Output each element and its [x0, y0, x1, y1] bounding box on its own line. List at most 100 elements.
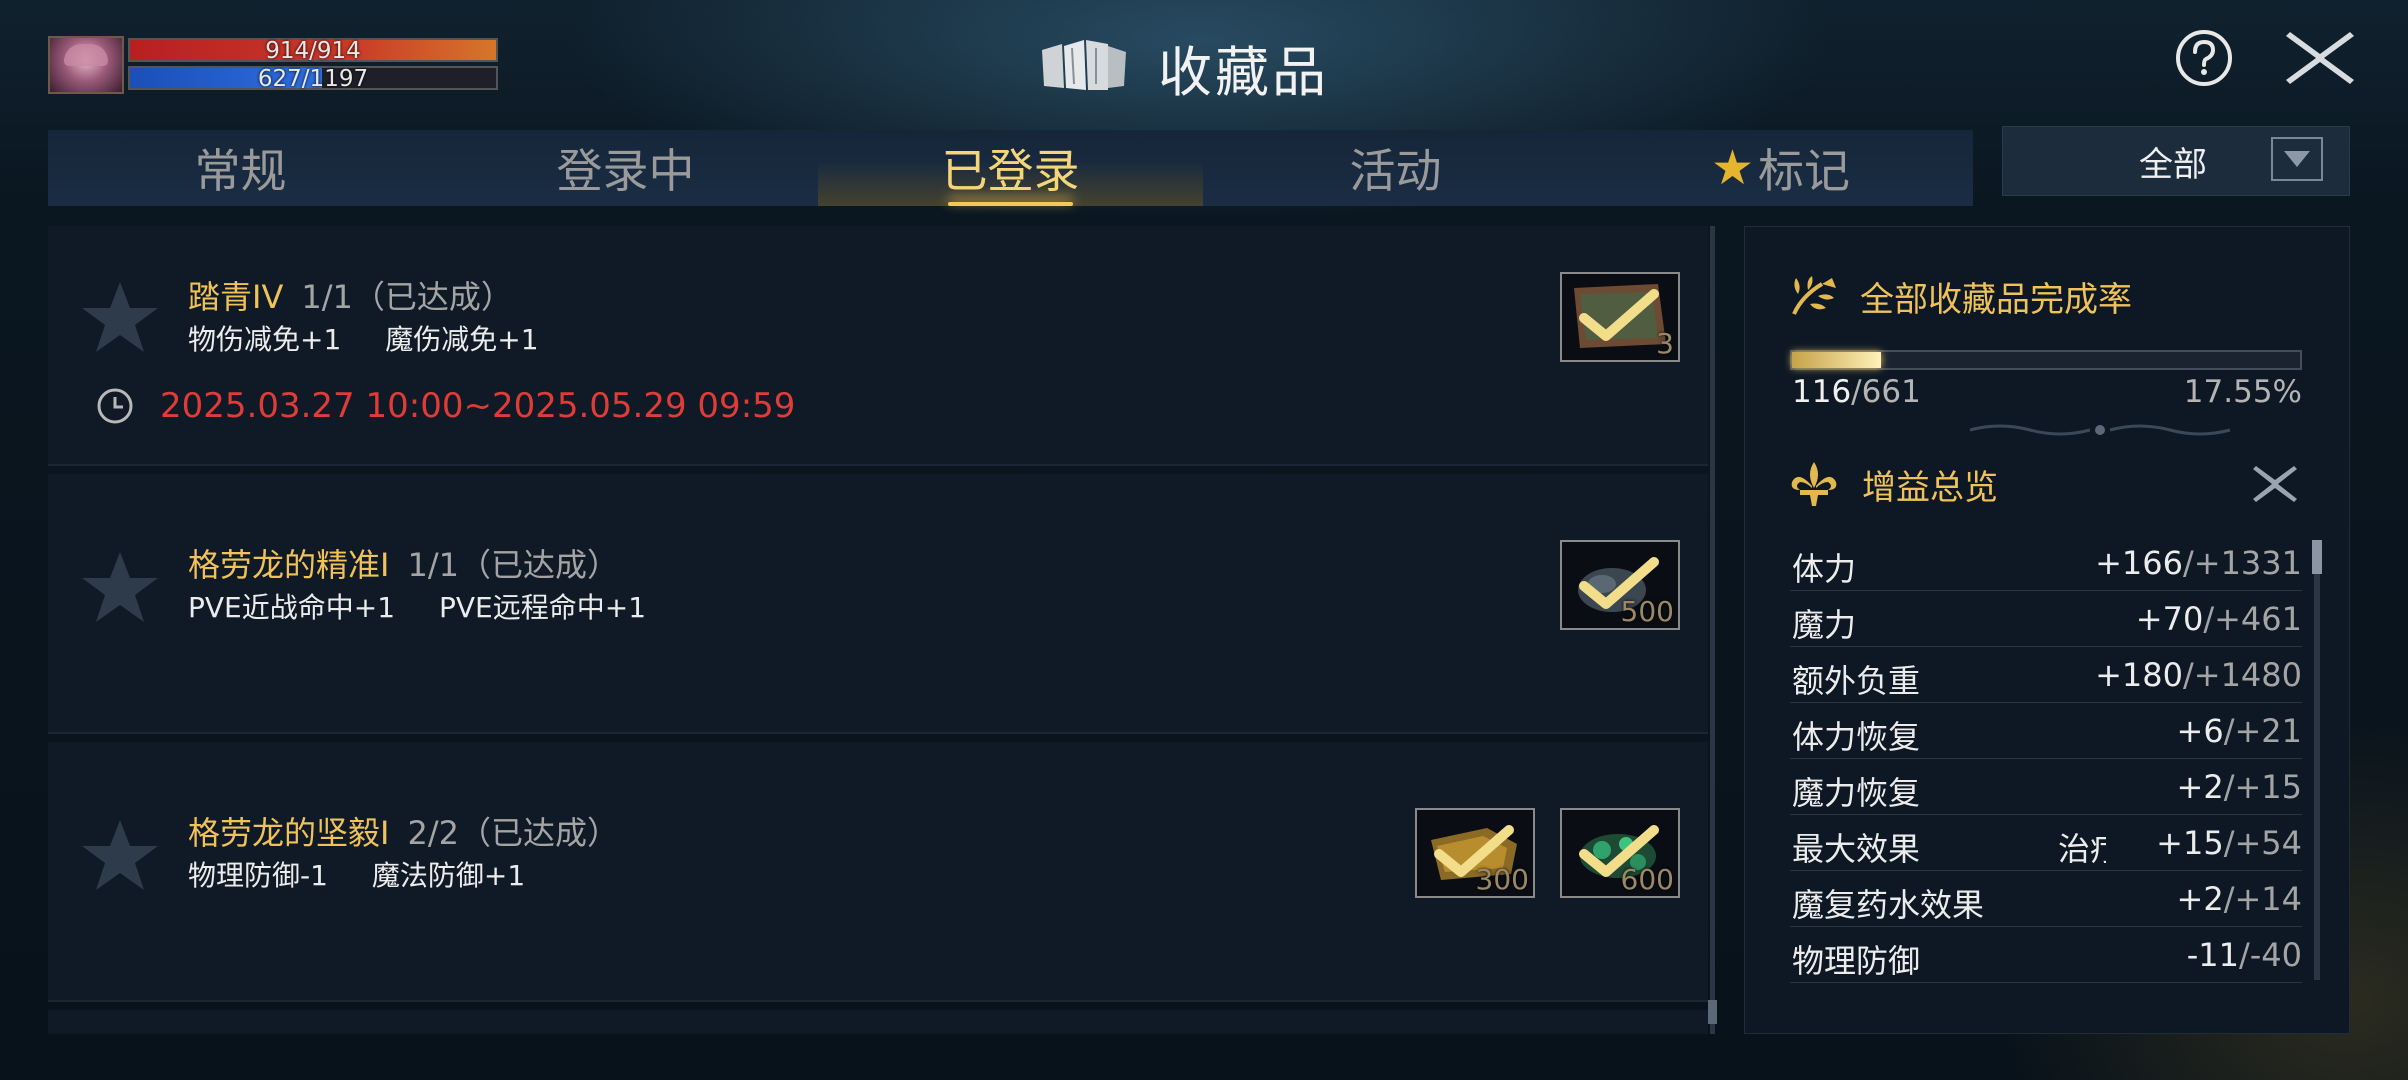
collection-item[interactable]: 600 [1560, 808, 1680, 898]
tab-label: 常规 [194, 144, 287, 198]
filter-label: 全部 [2139, 145, 2207, 185]
buff-name: 最大效果 [1792, 830, 1921, 868]
collection-row[interactable]: 踏青IV 1/1（已达成） 物伤减免+1 魔伤减免+1 2025.03.27 10:… [48, 226, 1708, 466]
tab-bar: 常规 登录中 已登录 活动 ★ 标记 [48, 130, 1973, 206]
buff-name: 魔力 [1792, 606, 1857, 644]
collection-name: 格劳龙的精准I 1/1（已达成） [188, 540, 619, 586]
buff-total: /-40 [2238, 936, 2302, 974]
buff-value: +6/+21 [2177, 712, 2302, 750]
collection-row[interactable] [48, 1010, 1708, 1034]
buff-row: 魔力恢复 +2/+15 [1790, 760, 2302, 815]
ornament-divider [1969, 424, 2231, 436]
buff-scroll-thumb[interactable] [2312, 540, 2322, 574]
buff-total: /+1331 [2182, 544, 2302, 582]
buff-name: 额外负重 [1792, 662, 1921, 700]
completion-title: 全部收藏品完成率 [1860, 280, 2132, 320]
collection-name: 格劳龙的坚毅I 2/2（已达成） [188, 808, 619, 854]
stat-text: PVE远程命中+1 [439, 591, 647, 624]
collection-list[interactable]: 踏青IV 1/1（已达成） 物伤减免+1 魔伤减免+1 2025.03.27 10:… [48, 226, 1708, 1034]
buff-current: +2 [2176, 768, 2224, 806]
tab-label: 活动 [1349, 144, 1442, 198]
completion-total: /661 [1851, 374, 1921, 410]
buff-value: +166/+1331 [2095, 544, 2302, 582]
buff-total: /+21 [2223, 712, 2302, 750]
completion-count: 116/661 [1792, 374, 1921, 410]
help-icon[interactable] [2168, 28, 2240, 88]
buff-current: +166 [2095, 544, 2183, 582]
item-count: 300 [1475, 863, 1529, 896]
stat-text: PVE近战命中+1 [188, 591, 396, 624]
buff-scrollbar[interactable] [2314, 540, 2320, 980]
star-icon[interactable] [78, 276, 162, 360]
collection-stats: 物伤减免+1 魔伤减免+1 [188, 318, 539, 358]
list-scrollbar[interactable] [1710, 226, 1715, 1034]
collection-item[interactable]: 300 [1415, 808, 1535, 898]
event-period: 2025.03.27 10:00~2025.05.29 09:59 [96, 386, 795, 426]
tab-marked[interactable]: ★ 标记 [1588, 130, 1973, 206]
buff-current: +15 [2156, 824, 2224, 862]
buff-overlap-text: 治疗 [2058, 830, 2106, 868]
collection-name: 踏青IV 1/1（已达成） [188, 272, 513, 318]
collection-stats: PVE近战命中+1 PVE远程命中+1 [188, 586, 646, 626]
buff-current: +6 [2176, 712, 2224, 750]
star-icon[interactable] [78, 814, 162, 898]
item-count: 600 [1620, 863, 1674, 896]
collapse-close-icon[interactable] [2250, 462, 2300, 506]
stat-text: 物理防御-1 [188, 859, 328, 892]
buff-current: +2 [2176, 880, 2224, 918]
item-count: 3 [1656, 327, 1674, 360]
buff-current: +180 [2095, 656, 2183, 694]
buff-current: +70 [2135, 600, 2204, 638]
buff-name: 魔力恢复 [1792, 774, 1921, 812]
stat-text: 魔法防御+1 [371, 859, 526, 892]
tab-registered[interactable]: 已登录 [818, 130, 1203, 206]
completion-progress-fill [1792, 352, 1882, 368]
collection-item[interactable]: 500 [1560, 540, 1680, 630]
laurel-icon [1792, 276, 1836, 315]
buff-total: /+15 [2223, 768, 2302, 806]
mp-bar: 627/1197 [128, 66, 498, 92]
hp-bar: 914/914 [128, 38, 498, 64]
item-count: 500 [1620, 595, 1674, 628]
buff-total: /+54 [2223, 824, 2302, 862]
event-period-text: 2025.03.27 10:00~2025.05.29 09:59 [160, 386, 796, 426]
completion-current: 116 [1792, 374, 1852, 410]
collection-title: 格劳龙的精准I [188, 546, 390, 584]
buff-value: -11/-40 [2187, 936, 2302, 974]
page-title: 收藏品 [1158, 41, 1329, 104]
player-avatar[interactable] [48, 36, 124, 94]
tab-event[interactable]: 活动 [1203, 130, 1588, 206]
player-status[interactable]: 914/914 627/1197 [48, 36, 498, 96]
close-icon[interactable] [2282, 28, 2358, 88]
collection-item[interactable]: 3 [1560, 272, 1680, 362]
buff-value: +2/+15 [2177, 768, 2302, 806]
buff-value: +15/+54 [2156, 824, 2302, 862]
hp-text: 914/914 [265, 38, 361, 64]
collection-row[interactable]: 格劳龙的坚毅I 2/2（已达成） 物理防御-1 魔法防御+1 300 600 [48, 742, 1708, 1002]
buff-row: 最大效果 治疗 +15/+54 [1790, 816, 2302, 871]
buff-row: 魔力 +70/+461 [1790, 592, 2302, 647]
collection-row[interactable]: 格劳龙的精准I 1/1（已达成） PVE近战命中+1 PVE远程命中+1 500 [48, 474, 1708, 734]
buff-row: 体力 +166/+1331 [1790, 536, 2302, 591]
tab-label: 标记 [1758, 144, 1851, 198]
list-scroll-thumb[interactable] [1708, 1000, 1717, 1024]
buff-overview-title: 增益总览 [1862, 468, 1998, 508]
buff-row: 物理防御 -11/-40 [1790, 928, 2302, 983]
collection-progress: 1/1（已达成） [407, 546, 619, 584]
tab-label: 已登录 [941, 144, 1080, 198]
filter-dropdown[interactable]: 全部 [2002, 126, 2350, 196]
star-icon: ★ [1710, 140, 1755, 196]
buff-row: 魔复药水效果 +2/+14 [1790, 872, 2302, 927]
tab-registering[interactable]: 登录中 [433, 130, 818, 206]
buff-list[interactable]: 体力 +166/+1331 魔力 +70/+461 额外负重 +180/+1480 体… [1790, 536, 2302, 986]
buff-value: +2/+14 [2177, 880, 2302, 918]
buff-total: /+461 [2203, 600, 2302, 638]
tab-normal[interactable]: 常规 [48, 130, 433, 206]
star-icon[interactable] [78, 546, 162, 630]
buff-row: 额外负重 +180/+1480 [1790, 648, 2302, 703]
buff-total: /+14 [2223, 880, 2302, 918]
mp-text: 627/1197 [257, 66, 369, 92]
completion-progress-bar [1790, 350, 2302, 370]
buff-value: +180/+1480 [2095, 656, 2302, 694]
buff-value: +70/+461 [2136, 600, 2302, 638]
